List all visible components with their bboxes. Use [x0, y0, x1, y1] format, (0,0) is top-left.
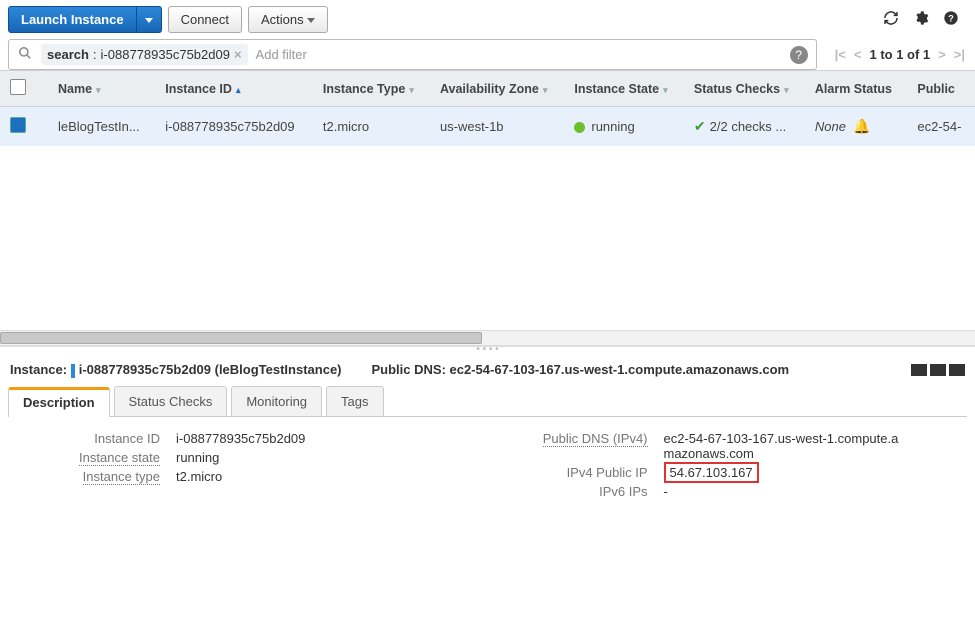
row-checkbox[interactable] — [10, 117, 26, 133]
pager: |< < 1 to 1 of 1 > >| — [825, 47, 975, 62]
svg-text:?: ? — [948, 13, 954, 23]
col-name[interactable]: Name▾ — [48, 71, 155, 107]
horizontal-scrollbar[interactable] — [0, 330, 975, 346]
search-icon — [17, 46, 33, 63]
launch-instance-dropdown[interactable] — [137, 6, 162, 33]
col-alarm[interactable]: Alarm Status — [805, 71, 907, 107]
cell-alarm: None 🔔 — [805, 107, 907, 147]
page-last-icon[interactable]: >| — [954, 47, 965, 62]
scrollbar-thumb[interactable] — [0, 332, 482, 344]
select-all-checkbox[interactable] — [10, 79, 26, 95]
filter-tag: search : i-088778935c75b2d09 × — [41, 44, 248, 65]
refresh-icon[interactable] — [883, 10, 899, 29]
col-public[interactable]: Public — [907, 71, 975, 107]
page-text: 1 to 1 of 1 — [869, 47, 930, 62]
sort-icon: ▾ — [784, 85, 789, 95]
sort-icon: ▾ — [409, 85, 414, 95]
sort-icon: ▾ — [543, 85, 548, 95]
remove-filter-icon[interactable]: × — [234, 47, 242, 62]
pane-splitter[interactable]: • • • • — [0, 346, 975, 354]
cell-instance-id: i-088778935c75b2d09 — [155, 107, 313, 147]
value-instance-type: t2.micro — [176, 469, 222, 484]
value-public-dns: ec2-54-67-103-167.us-west-1.compute.amaz… — [664, 431, 904, 461]
help-icon[interactable]: ? — [943, 10, 959, 29]
cell-checks: ✔2/2 checks ... — [684, 107, 805, 147]
table-row[interactable]: leBlogTestIn... i-088778935c75b2d09 t2.m… — [0, 107, 975, 147]
add-filter-placeholder[interactable]: Add filter — [256, 47, 307, 62]
value-public-ip: 54.67.103.167 — [664, 462, 759, 483]
sort-icon: ▴ — [236, 85, 241, 95]
cell-name: leBlogTestIn... — [48, 107, 155, 147]
value-ipv6: - — [664, 484, 668, 499]
col-state[interactable]: Instance State▾ — [564, 71, 684, 107]
connect-button[interactable]: Connect — [168, 6, 242, 33]
page-first-icon[interactable]: |< — [835, 47, 846, 62]
cell-instance-type: t2.micro — [313, 107, 430, 147]
view-btn-3[interactable] — [949, 364, 965, 376]
alarm-bell-icon[interactable]: 🔔 — [853, 118, 870, 134]
label-public-dns: Public DNS (IPv4) — [543, 431, 648, 447]
instances-table: Name▾ Instance ID▴ Instance Type▾ Availa… — [0, 70, 975, 146]
sort-icon: ▾ — [663, 85, 668, 95]
launch-instance-button[interactable]: Launch Instance — [8, 6, 137, 33]
cell-az: us-west-1b — [430, 107, 564, 147]
filter-bar[interactable]: search : i-088778935c75b2d09 × Add filte… — [8, 39, 817, 70]
detail-header: Instance: i-088778935c75b2d09 (leBlogTes… — [0, 354, 975, 386]
tab-monitoring[interactable]: Monitoring — [231, 386, 322, 416]
actions-button[interactable]: Actions — [248, 6, 328, 33]
search-help-icon[interactable]: ? — [790, 46, 808, 64]
col-checks[interactable]: Status Checks▾ — [684, 71, 805, 107]
view-mode-buttons — [911, 364, 965, 376]
label-public-ip: IPv4 Public IP — [508, 465, 664, 480]
value-instance-id: i-088778935c75b2d09 — [176, 431, 305, 446]
label-ipv6: IPv6 IPs — [508, 484, 664, 499]
cell-state: running — [564, 107, 684, 147]
page-next-icon[interactable]: > — [938, 47, 946, 62]
state-running-icon — [574, 122, 585, 133]
cell-public: ec2-54- — [907, 107, 975, 147]
page-prev-icon[interactable]: < — [854, 47, 862, 62]
chevron-down-icon — [307, 18, 315, 23]
tab-tags[interactable]: Tags — [326, 386, 383, 416]
label-instance-type: Instance type — [83, 469, 160, 485]
tab-status-checks[interactable]: Status Checks — [114, 386, 228, 416]
gear-icon[interactable] — [913, 10, 929, 29]
label-instance-id: Instance ID — [20, 431, 176, 446]
launch-instance-group: Launch Instance — [8, 6, 162, 33]
label-instance-state: Instance state — [79, 450, 160, 466]
sort-icon: ▾ — [96, 85, 101, 95]
value-instance-state: running — [176, 450, 219, 465]
status-ok-icon: ✔ — [694, 118, 706, 134]
col-instance-type[interactable]: Instance Type▾ — [313, 71, 430, 107]
col-instance-id[interactable]: Instance ID▴ — [155, 71, 313, 107]
view-btn-2[interactable] — [930, 364, 946, 376]
view-btn-1[interactable] — [911, 364, 927, 376]
tab-description[interactable]: Description — [8, 387, 110, 417]
col-az[interactable]: Availability Zone▾ — [430, 71, 564, 107]
detail-tabs: Description Status Checks Monitoring Tag… — [8, 386, 967, 417]
chevron-down-icon — [145, 18, 153, 23]
instance-indicator-icon — [71, 364, 75, 378]
